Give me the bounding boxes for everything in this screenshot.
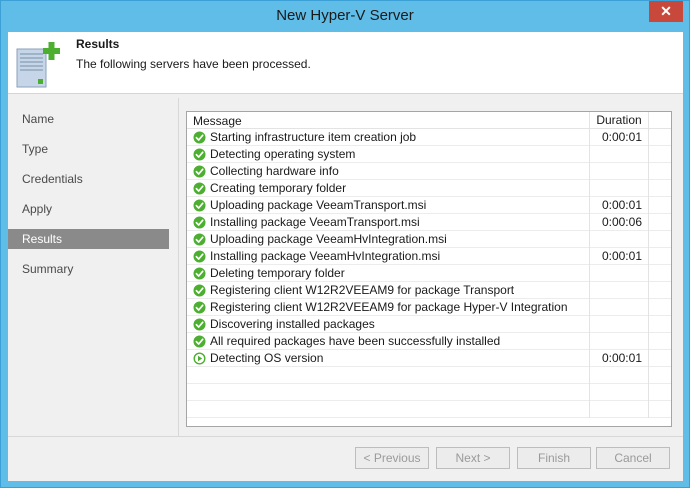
next-button[interactable]: Next >: [436, 447, 510, 469]
row-message: Starting infrastructure item creation jo…: [210, 130, 417, 144]
success-check-icon: [193, 148, 206, 161]
table-row[interactable]: Uploading package VeeamHvIntegration.msi: [187, 231, 671, 248]
row-duration: [589, 265, 649, 282]
row-message: Registering client W12R2VEEAM9 for packa…: [210, 283, 515, 297]
row-duration: 0:00:01: [589, 350, 649, 367]
row-message: Uploading package VeeamTransport.msi: [210, 198, 427, 212]
success-check-icon: [193, 131, 206, 144]
success-check-icon: [193, 318, 206, 331]
success-check-icon: [193, 267, 206, 280]
row-message: Discovering installed packages: [210, 317, 375, 331]
row-duration: 0:00:01: [589, 197, 649, 214]
success-check-icon: [193, 301, 206, 314]
sidebar-item-credentials[interactable]: Credentials: [8, 169, 169, 189]
success-check-icon: [193, 233, 206, 246]
table-row[interactable]: Uploading package VeeamTransport.msi 0:00…: [187, 197, 671, 214]
table-row[interactable]: Registering client W12R2VEEAM9 for packa…: [187, 282, 671, 299]
table-row[interactable]: Installing package VeeamHvIntegration.ms…: [187, 248, 671, 265]
table-row[interactable]: Collecting hardware info: [187, 163, 671, 180]
wizard-client-area: Results The following servers have been …: [8, 32, 683, 481]
table-row[interactable]: All required packages have been successf…: [187, 333, 671, 350]
row-duration: [589, 333, 649, 350]
sidebar-item-apply[interactable]: Apply: [8, 199, 169, 219]
row-duration: [589, 180, 649, 197]
row-message: Collecting hardware info: [210, 164, 339, 178]
success-check-icon: [193, 199, 206, 212]
table-row[interactable]: Installing package VeeamTransport.msi 0:0…: [187, 214, 671, 231]
table-row[interactable]: Detecting operating system: [187, 146, 671, 163]
row-duration: 0:00:01: [589, 129, 649, 146]
window-title: New Hyper-V Server: [276, 7, 414, 24]
row-message: Deleting temporary folder: [210, 266, 345, 280]
success-check-icon: [193, 335, 206, 348]
title-bar[interactable]: New Hyper-V Server ✕: [1, 1, 689, 32]
row-duration: [589, 316, 649, 333]
row-duration: [589, 384, 649, 401]
success-check-icon: [193, 165, 206, 178]
table-row[interactable]: [187, 384, 671, 401]
row-duration: [589, 367, 649, 384]
row-duration: [589, 231, 649, 248]
sidebar-item-results[interactable]: Results: [8, 229, 169, 249]
success-check-icon: [193, 284, 206, 297]
sidebar-item-summary[interactable]: Summary: [8, 259, 169, 279]
wizard-header: Results The following servers have been …: [8, 32, 683, 94]
results-grid[interactable]: Message Duration Starting infrastructure…: [186, 111, 672, 427]
row-duration: [589, 282, 649, 299]
row-message: Detecting operating system: [210, 147, 356, 161]
finish-button[interactable]: Finish: [517, 447, 591, 469]
table-row[interactable]: Creating temporary folder: [187, 180, 671, 197]
row-message: Registering client W12R2VEEAM9 for packa…: [210, 300, 568, 314]
previous-button[interactable]: < Previous: [355, 447, 429, 469]
table-row[interactable]: [187, 367, 671, 384]
success-check-icon: [193, 182, 206, 195]
page-description: The following servers have been processe…: [76, 57, 311, 71]
sidebar-item-type[interactable]: Type: [8, 139, 169, 159]
table-row[interactable]: Detecting OS version 0:00:01: [187, 350, 671, 367]
server-add-icon: [16, 42, 60, 88]
row-message: All required packages have been successf…: [210, 334, 501, 348]
table-row[interactable]: Registering client W12R2VEEAM9 for packa…: [187, 299, 671, 316]
row-duration: [589, 299, 649, 316]
wizard-steps-sidebar: Name Type Credentials Apply Results Summ…: [8, 95, 176, 434]
column-header-duration[interactable]: Duration: [589, 112, 649, 129]
row-message: Uploading package VeeamHvIntegration.msi: [210, 232, 447, 246]
table-row[interactable]: Starting infrastructure item creation jo…: [187, 129, 671, 146]
wizard-footer: < Previous Next > Finish Cancel: [8, 436, 683, 481]
close-icon: ✕: [660, 3, 672, 19]
row-message: Detecting OS version: [210, 351, 324, 365]
row-message: Installing package VeeamHvIntegration.ms…: [210, 249, 441, 263]
grid-header: Message Duration: [187, 112, 671, 129]
running-icon: [193, 352, 206, 365]
row-duration: [589, 146, 649, 163]
success-check-icon: [193, 250, 206, 263]
success-check-icon: [193, 216, 206, 229]
row-message: Installing package VeeamTransport.msi: [210, 215, 420, 229]
row-duration: [589, 401, 649, 418]
page-title: Results: [76, 37, 120, 51]
table-row[interactable]: Discovering installed packages: [187, 316, 671, 333]
wizard-window: New Hyper-V Server ✕ Results The followi…: [0, 0, 690, 488]
row-duration: 0:00:01: [589, 248, 649, 265]
row-duration: [589, 163, 649, 180]
sidebar-item-name[interactable]: Name: [8, 109, 169, 129]
table-row[interactable]: Deleting temporary folder: [187, 265, 671, 282]
table-row[interactable]: [187, 401, 671, 418]
row-duration: 0:00:06: [589, 214, 649, 231]
close-button[interactable]: ✕: [649, 1, 683, 22]
cancel-button[interactable]: Cancel: [596, 447, 670, 469]
row-message: Creating temporary folder: [210, 181, 347, 195]
column-header-message[interactable]: Message: [193, 114, 242, 128]
